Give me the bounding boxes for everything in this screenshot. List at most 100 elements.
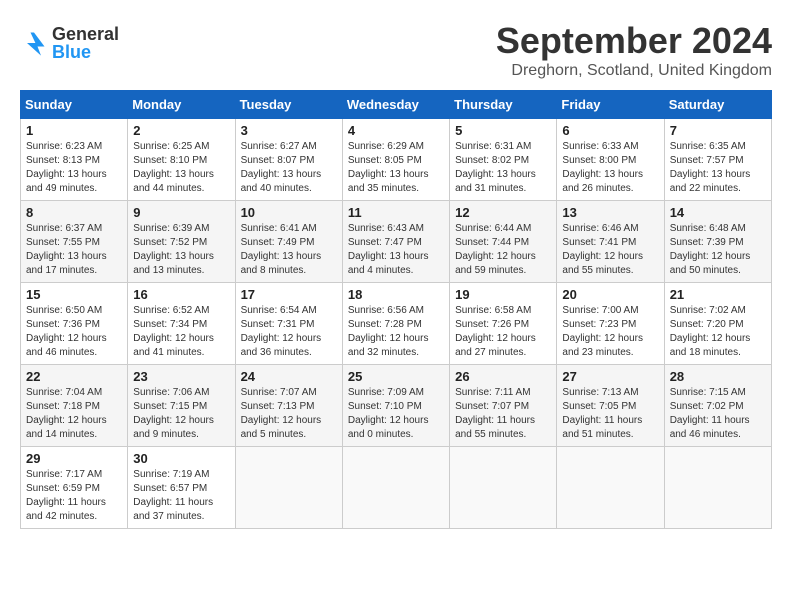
calendar-cell: 24 Sunrise: 7:07 AMSunset: 7:13 PMDayligh…	[235, 365, 342, 447]
day-info: Sunrise: 7:09 AMSunset: 7:10 PMDaylight:…	[348, 386, 444, 442]
calendar-week-row: 29 Sunrise: 7:17 AMSunset: 6:59 PMDayligh…	[21, 447, 772, 529]
day-info: Sunrise: 7:07 AMSunset: 7:13 PMDaylight:…	[241, 386, 337, 442]
calendar-cell: 15Sunrise: 6:50 AMSunset: 7:36 PMDayligh…	[21, 283, 128, 365]
calendar-cell: 16 Sunrise: 6:52 AMSunset: 7:34 PMDayligh…	[128, 283, 235, 365]
calendar-cell: 3 Sunrise: 6:27 AMSunset: 8:07 PMDaylight…	[235, 119, 342, 201]
day-number: 11	[348, 205, 444, 220]
calendar-cell	[342, 447, 449, 529]
calendar-cell: 2Sunrise: 6:25 AMSunset: 8:10 PMDaylight…	[128, 119, 235, 201]
day-info: Sunrise: 7:17 AMSunset: 6:59 PMDaylight:…	[26, 468, 122, 524]
logo-icon	[20, 29, 48, 57]
day-info: Sunrise: 7:19 AMSunset: 6:57 PMDaylight:…	[133, 468, 229, 524]
logo: General Blue	[20, 25, 119, 61]
day-number: 24	[241, 369, 337, 384]
day-info: Sunrise: 7:00 AMSunset: 7:23 PMDaylight:…	[562, 304, 658, 360]
day-info: Sunrise: 6:31 AMSunset: 8:02 PMDaylight:…	[455, 140, 551, 196]
calendar-cell: 14Sunrise: 6:48 AMSunset: 7:39 PMDayligh…	[664, 201, 771, 283]
day-info: Sunrise: 6:48 AMSunset: 7:39 PMDaylight:…	[670, 222, 766, 278]
day-number: 20	[562, 287, 658, 302]
calendar-header-row: Sunday Monday Tuesday Wednesday Thursday…	[21, 91, 772, 119]
calendar-cell: 21 Sunrise: 7:02 AMSunset: 7:20 PMDayligh…	[664, 283, 771, 365]
day-number: 21	[670, 287, 766, 302]
calendar-cell	[664, 447, 771, 529]
day-info: Sunrise: 6:44 AMSunset: 7:44 PMDaylight:…	[455, 222, 551, 278]
page-header: General Blue September 2024 Dreghorn, Sc…	[20, 20, 772, 80]
calendar-cell: 20 Sunrise: 7:00 AMSunset: 7:23 PMDayligh…	[557, 283, 664, 365]
calendar-cell: 10 Sunrise: 6:41 AMSunset: 7:49 PMDayligh…	[235, 201, 342, 283]
day-info: Sunrise: 7:13 AMSunset: 7:05 PMDaylight:…	[562, 386, 658, 442]
calendar-cell	[450, 447, 557, 529]
day-info: Sunrise: 7:11 AMSunset: 7:07 PMDaylight:…	[455, 386, 551, 442]
calendar-cell: 6Sunrise: 6:33 AMSunset: 8:00 PMDaylight…	[557, 119, 664, 201]
day-number: 5	[455, 123, 551, 138]
calendar-week-row: 1Sunrise: 6:23 AMSunset: 8:13 PMDaylight…	[21, 119, 772, 201]
col-sunday: Sunday	[21, 91, 128, 119]
calendar-cell: 9 Sunrise: 6:39 AMSunset: 7:52 PMDaylight…	[128, 201, 235, 283]
col-friday: Friday	[557, 91, 664, 119]
day-info: Sunrise: 6:43 AMSunset: 7:47 PMDaylight:…	[348, 222, 444, 278]
day-number: 16	[133, 287, 229, 302]
day-number: 6	[562, 123, 658, 138]
day-number: 28	[670, 369, 766, 384]
calendar-cell: 28 Sunrise: 7:15 AMSunset: 7:02 PMDayligh…	[664, 365, 771, 447]
logo-general-text: General	[52, 25, 119, 43]
calendar-table: Sunday Monday Tuesday Wednesday Thursday…	[20, 90, 772, 529]
day-number: 25	[348, 369, 444, 384]
day-number: 3	[241, 123, 337, 138]
col-monday: Monday	[128, 91, 235, 119]
logo-blue-text: Blue	[52, 43, 119, 61]
day-info: Sunrise: 6:41 AMSunset: 7:49 PMDaylight:…	[241, 222, 337, 278]
day-number: 17	[241, 287, 337, 302]
col-tuesday: Tuesday	[235, 91, 342, 119]
day-number: 23	[133, 369, 229, 384]
day-info: Sunrise: 7:15 AMSunset: 7:02 PMDaylight:…	[670, 386, 766, 442]
day-info: Sunrise: 6:25 AMSunset: 8:10 PMDaylight:…	[133, 140, 229, 196]
calendar-week-row: 8 Sunrise: 6:37 AMSunset: 7:55 PMDaylight…	[21, 201, 772, 283]
month-title: September 2024	[496, 20, 772, 62]
calendar-cell: 13 Sunrise: 6:46 AMSunset: 7:41 PMDayligh…	[557, 201, 664, 283]
col-thursday: Thursday	[450, 91, 557, 119]
day-info: Sunrise: 7:02 AMSunset: 7:20 PMDaylight:…	[670, 304, 766, 360]
calendar-cell: 8 Sunrise: 6:37 AMSunset: 7:55 PMDaylight…	[21, 201, 128, 283]
calendar-cell: 7Sunrise: 6:35 AMSunset: 7:57 PMDaylight…	[664, 119, 771, 201]
day-number: 13	[562, 205, 658, 220]
location-subtitle: Dreghorn, Scotland, United Kingdom	[496, 62, 772, 80]
calendar-cell: 4 Sunrise: 6:29 AMSunset: 8:05 PMDaylight…	[342, 119, 449, 201]
calendar-cell: 27 Sunrise: 7:13 AMSunset: 7:05 PMDayligh…	[557, 365, 664, 447]
calendar-cell: 22Sunrise: 7:04 AMSunset: 7:18 PMDayligh…	[21, 365, 128, 447]
day-info: Sunrise: 6:39 AMSunset: 7:52 PMDaylight:…	[133, 222, 229, 278]
day-number: 19	[455, 287, 551, 302]
day-number: 4	[348, 123, 444, 138]
day-number: 26	[455, 369, 551, 384]
logo-text: General Blue	[52, 25, 119, 61]
day-number: 18	[348, 287, 444, 302]
calendar-cell: 5 Sunrise: 6:31 AMSunset: 8:02 PMDaylight…	[450, 119, 557, 201]
calendar-cell: 1Sunrise: 6:23 AMSunset: 8:13 PMDaylight…	[21, 119, 128, 201]
day-info: Sunrise: 6:46 AMSunset: 7:41 PMDaylight:…	[562, 222, 658, 278]
day-info: Sunrise: 6:27 AMSunset: 8:07 PMDaylight:…	[241, 140, 337, 196]
calendar-cell: 29 Sunrise: 7:17 AMSunset: 6:59 PMDayligh…	[21, 447, 128, 529]
calendar-week-row: 15Sunrise: 6:50 AMSunset: 7:36 PMDayligh…	[21, 283, 772, 365]
calendar-cell: 18Sunrise: 6:56 AMSunset: 7:28 PMDayligh…	[342, 283, 449, 365]
day-info: Sunrise: 6:29 AMSunset: 8:05 PMDaylight:…	[348, 140, 444, 196]
day-number: 10	[241, 205, 337, 220]
calendar-cell: 12Sunrise: 6:44 AMSunset: 7:44 PMDayligh…	[450, 201, 557, 283]
day-info: Sunrise: 6:50 AMSunset: 7:36 PMDaylight:…	[26, 304, 122, 360]
day-info: Sunrise: 6:37 AMSunset: 7:55 PMDaylight:…	[26, 222, 122, 278]
day-info: Sunrise: 6:54 AMSunset: 7:31 PMDaylight:…	[241, 304, 337, 360]
calendar-cell	[557, 447, 664, 529]
calendar-week-row: 22Sunrise: 7:04 AMSunset: 7:18 PMDayligh…	[21, 365, 772, 447]
day-number: 7	[670, 123, 766, 138]
col-saturday: Saturday	[664, 91, 771, 119]
title-section: September 2024 Dreghorn, Scotland, Unite…	[496, 20, 772, 80]
day-number: 9	[133, 205, 229, 220]
day-number: 27	[562, 369, 658, 384]
day-number: 8	[26, 205, 122, 220]
day-number: 1	[26, 123, 122, 138]
calendar-cell: 30 Sunrise: 7:19 AMSunset: 6:57 PMDayligh…	[128, 447, 235, 529]
day-number: 30	[133, 451, 229, 466]
day-info: Sunrise: 7:04 AMSunset: 7:18 PMDaylight:…	[26, 386, 122, 442]
day-info: Sunrise: 6:52 AMSunset: 7:34 PMDaylight:…	[133, 304, 229, 360]
col-wednesday: Wednesday	[342, 91, 449, 119]
day-number: 29	[26, 451, 122, 466]
